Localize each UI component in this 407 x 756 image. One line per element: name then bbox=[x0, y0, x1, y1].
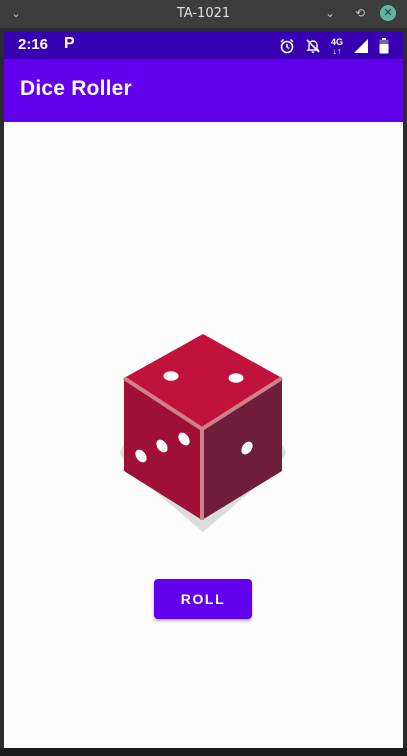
restore-icon[interactable]: ⟲ bbox=[352, 5, 368, 21]
main-content: ROLL bbox=[4, 122, 403, 748]
notifications-off-icon bbox=[306, 39, 320, 53]
dice-pip bbox=[163, 371, 179, 381]
window-title: TA-1021 bbox=[176, 6, 231, 21]
app-bar: Dice Roller bbox=[4, 59, 403, 122]
network-4g-icon: 4G ↓↑ bbox=[330, 37, 343, 56]
close-icon[interactable]: ✕ bbox=[380, 5, 396, 21]
status-time: 2:16 bbox=[18, 36, 49, 53]
signal-icon bbox=[354, 39, 368, 53]
window-bottom-edge bbox=[0, 748, 407, 756]
minimize-icon[interactable]: ⌄ bbox=[322, 5, 338, 21]
status-bar: 2:16 P 4G ↓↑ bbox=[4, 32, 403, 59]
network-type-label: 4G bbox=[330, 37, 343, 47]
window-title-bar: ⌄ TA-1021 ⌄ ⟲ ✕ bbox=[0, 0, 407, 28]
battery-icon bbox=[379, 38, 389, 54]
dice-pip bbox=[228, 373, 244, 383]
app-title: Dice Roller bbox=[20, 77, 132, 100]
alarm-icon bbox=[280, 38, 294, 54]
roll-button[interactable]: ROLL bbox=[154, 579, 252, 619]
dice-image bbox=[110, 332, 296, 536]
app-notification-icon: P bbox=[64, 35, 75, 52]
phone-screen: 2:16 P 4G ↓↑ Dice Roller ROLL bbox=[4, 32, 403, 748]
status-icons: 4G ↓↑ bbox=[279, 37, 389, 56]
